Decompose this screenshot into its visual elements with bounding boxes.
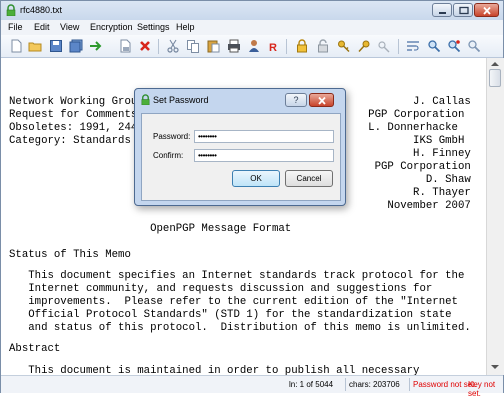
status-bar: ln: 1 of 5044 chars: 203706 Password not…	[1, 375, 503, 398]
document-line: Status of This Memo	[9, 249, 131, 261]
toolbar-separator	[158, 39, 159, 54]
confirm-field[interactable]: ••••••••	[194, 149, 334, 162]
scrollbar-thumb[interactable]	[489, 69, 501, 87]
set-password-dialog: Set Password ? Password: •••••••• Confir…	[134, 88, 346, 206]
status-separator	[409, 378, 410, 391]
menu-file[interactable]: File	[8, 22, 23, 32]
open-folder-icon[interactable]	[28, 39, 42, 53]
svg-text:R: R	[269, 42, 277, 53]
zoom-icon[interactable]	[467, 39, 481, 53]
dialog-title: Set Password	[153, 95, 209, 105]
find-next-icon[interactable]	[447, 39, 461, 53]
menu-settings[interactable]: Settings	[137, 22, 170, 32]
help-icon: ?	[293, 95, 299, 105]
document-line: OpenPGP Message Format	[9, 223, 292, 235]
print-icon[interactable]	[227, 39, 241, 53]
user-icon[interactable]	[247, 39, 261, 53]
reset-icon[interactable]: R	[267, 39, 281, 53]
export-icon[interactable]	[89, 39, 103, 53]
dialog-help-button[interactable]: ?	[285, 93, 307, 107]
menu-help[interactable]: Help	[176, 22, 195, 32]
key-icon[interactable]	[337, 39, 351, 53]
find-icon[interactable]	[427, 39, 441, 53]
scroll-down-arrow-icon[interactable]	[491, 365, 499, 369]
status-chars: chars: 203706	[349, 380, 400, 389]
toolbar-separator	[398, 39, 399, 54]
ok-button[interactable]: OK	[232, 170, 280, 187]
close-doc-icon[interactable]	[118, 39, 132, 53]
window-title: rfc4880.txt	[20, 5, 63, 15]
close-icon	[483, 6, 491, 15]
key-manage-icon[interactable]	[357, 39, 371, 53]
save-all-icon[interactable]	[69, 39, 83, 53]
document-line: improvements. Please refer to the curren…	[9, 296, 458, 308]
dialog-body: Password: •••••••• Confirm: •••••••• OK …	[141, 113, 341, 201]
menu-bar: File Edit View Encryption Settings Help	[1, 20, 503, 35]
close-button[interactable]	[474, 3, 499, 17]
document-line: and status of this protocol. Distributio…	[9, 322, 471, 334]
document-line: Abstract	[9, 343, 61, 355]
status-position: ln: 1 of 5044	[289, 380, 334, 389]
toolbar-separator	[286, 39, 287, 54]
cancel-button[interactable]: Cancel	[285, 170, 333, 187]
status-separator	[345, 378, 346, 391]
lock-icon[interactable]	[295, 39, 309, 53]
app-icon	[6, 4, 16, 16]
copy-icon[interactable]	[186, 39, 200, 53]
document-line: Internet community, and requests discuss…	[9, 283, 433, 295]
unlock-icon[interactable]	[316, 39, 330, 53]
dialog-app-icon	[141, 94, 150, 105]
scroll-up-arrow-icon[interactable]	[491, 62, 499, 66]
password-label: Password:	[153, 132, 191, 141]
cut-icon[interactable]	[166, 39, 180, 53]
maximize-icon	[459, 6, 469, 15]
confirm-label: Confirm:	[153, 151, 184, 160]
maximize-button[interactable]	[453, 3, 473, 17]
status-key: Key not set.	[468, 380, 496, 398]
close-icon	[318, 96, 326, 105]
vertical-scrollbar[interactable]	[486, 58, 504, 375]
minimize-icon	[439, 12, 446, 14]
document-line: This document is maintained in order to …	[9, 365, 420, 375]
password-field[interactable]: ••••••••	[194, 130, 334, 143]
new-file-icon[interactable]	[9, 39, 23, 53]
document-line: Official Protocol Standards" (STD 1) for…	[9, 309, 452, 321]
document-line: This document specifies an Internet stan…	[9, 270, 465, 282]
menu-view[interactable]: View	[60, 22, 79, 32]
minimize-button[interactable]	[432, 3, 452, 17]
menu-encryption[interactable]: Encryption	[90, 22, 133, 32]
paste-icon[interactable]	[206, 39, 220, 53]
save-icon[interactable]	[49, 39, 63, 53]
dialog-close-button[interactable]	[309, 93, 334, 107]
key-disabled-icon[interactable]	[377, 39, 391, 53]
title-bar[interactable]: rfc4880.txt	[1, 1, 503, 20]
menu-edit[interactable]: Edit	[34, 22, 50, 32]
delete-icon[interactable]	[138, 39, 152, 53]
toolbar: R	[1, 35, 503, 58]
word-wrap-icon[interactable]	[406, 39, 420, 53]
